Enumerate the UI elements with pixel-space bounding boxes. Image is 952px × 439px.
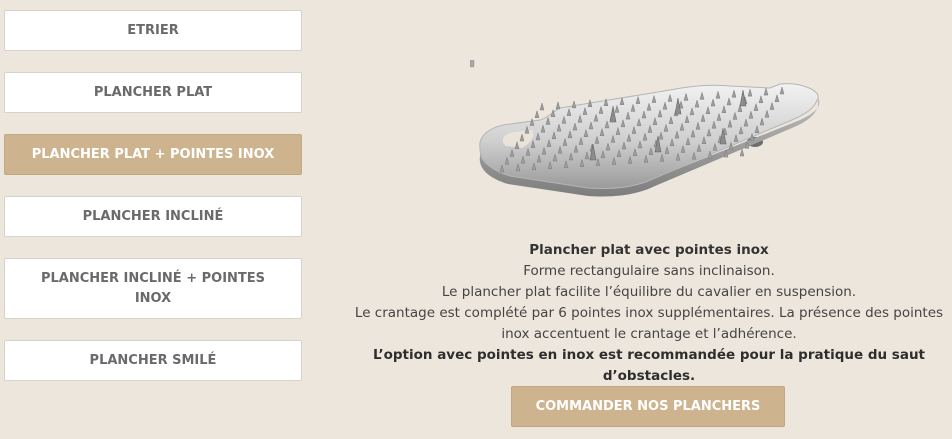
menu-button-plancher-smile[interactable]: PLANCHER SMILÉ [4, 340, 302, 381]
tread-stud [534, 109, 540, 118]
tread-stud [739, 148, 745, 157]
tread-stud [571, 99, 577, 109]
order-button-label: COMMANDER NOS PLANCHERS [535, 399, 761, 414]
menu-button-label: PLANCHER PLAT [93, 84, 213, 100]
menu-button-label: ETRIER [127, 22, 179, 38]
menu-button-plancher-plat[interactable]: PLANCHER PLAT [4, 72, 302, 113]
menu-button-etrier[interactable]: ETRIER [4, 10, 302, 51]
menu-button-plancher-plat-pointes[interactable]: PLANCHER PLAT + POINTES INOX [4, 134, 302, 175]
menu-button-plancher-incline[interactable]: PLANCHER INCLINÉ [4, 196, 302, 237]
product-line-balance: Le plancher plat facilite l’équilibre du… [441, 284, 857, 300]
menu-button-plancher-incline-pointes[interactable]: PLANCHER INCLINÉ + POINTES INOX [4, 258, 302, 319]
product-description: Plancher plat avec pointes inox Forme re… [340, 240, 952, 387]
tread-stud [555, 101, 561, 110]
product-title: Plancher plat avec pointes inox [529, 242, 769, 258]
order-planchers-button[interactable]: COMMANDER NOS PLANCHERS [511, 386, 785, 427]
product-line-crantage: Le crantage est complété par 6 pointes i… [354, 305, 944, 342]
product-recommendation: L’option avec pointes en inox est recomm… [372, 347, 926, 384]
tread-stud [539, 102, 545, 111]
menu-button-label: PLANCHER INCLINÉ + POINTES INOX [40, 270, 266, 306]
menu-button-label: PLANCHER PLAT + POINTES INOX [31, 146, 275, 162]
menu-button-label: PLANCHER INCLINÉ [82, 208, 224, 224]
product-line-shape: Forme rectangulaire sans inclinaison. [523, 263, 775, 279]
menu-button-label: PLANCHER SMILÉ [89, 352, 217, 368]
stirrup-tread-image [470, 60, 820, 197]
